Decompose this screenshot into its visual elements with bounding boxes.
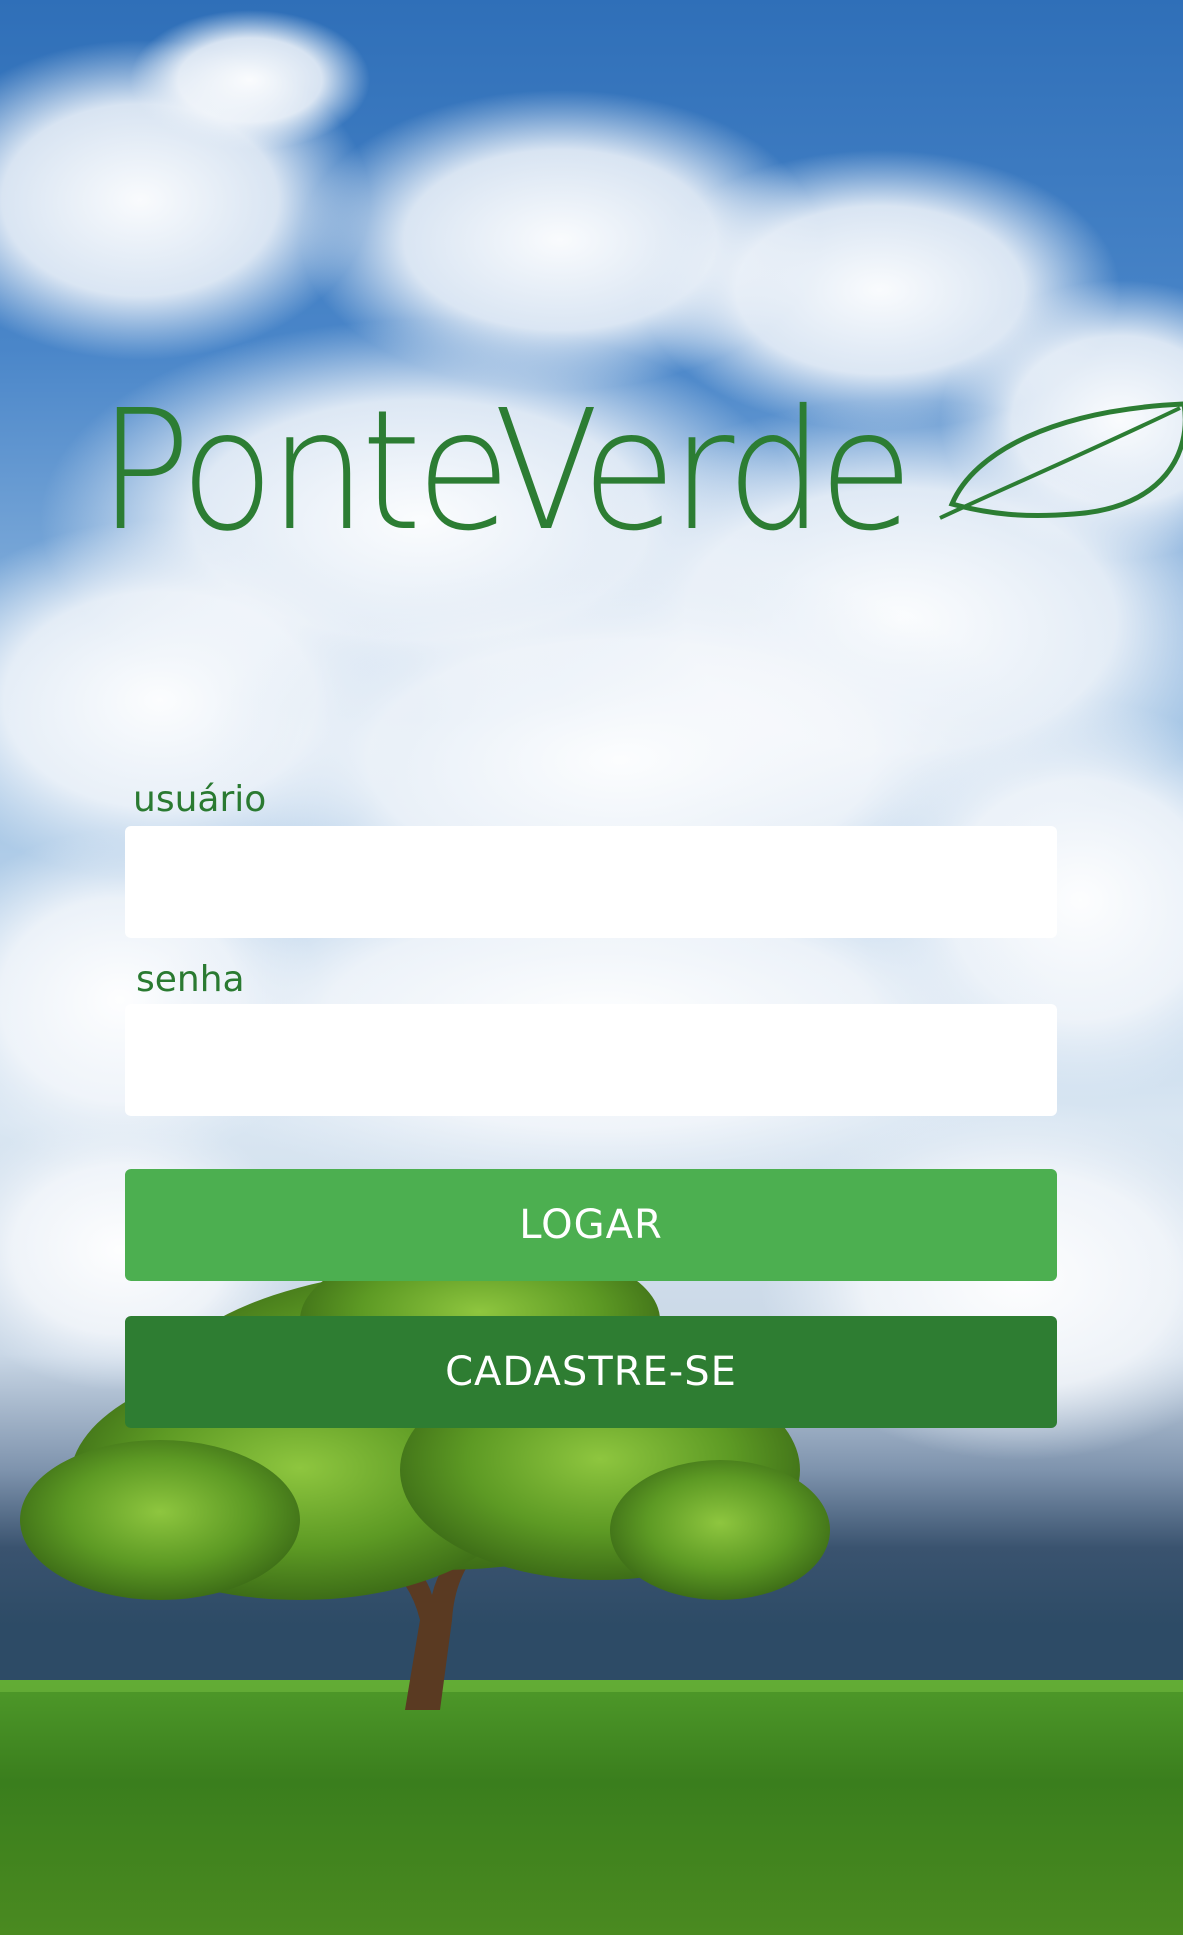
app-logo-text: PonteVerde (98, 375, 914, 568)
username-label: usuário (133, 779, 267, 820)
login-button[interactable]: LOGAR (125, 1169, 1057, 1281)
login-screen: PonteVerde usuário senha LOGAR CADASTRE-… (0, 0, 1183, 1935)
app-logo: PonteVerde (98, 375, 1183, 568)
leaf-icon (939, 401, 1183, 520)
password-input[interactable] (125, 1004, 1057, 1116)
username-input[interactable] (125, 826, 1057, 938)
password-label: senha (136, 959, 245, 1000)
signup-button[interactable]: CADASTRE-SE (125, 1316, 1057, 1428)
